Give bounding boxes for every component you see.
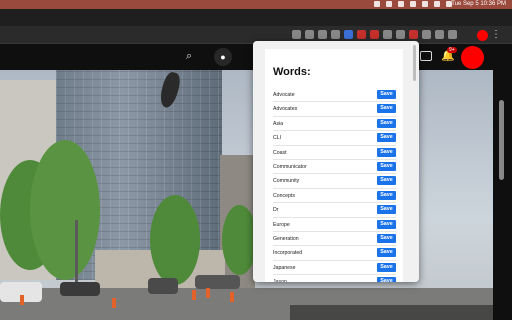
word-label: Asia (273, 120, 284, 127)
save-word-button[interactable]: Save (377, 176, 396, 186)
word-row: Concepts Save (273, 189, 396, 204)
voice-search-mic-icon[interactable]: ● (214, 48, 232, 66)
word-label: Coast (273, 149, 287, 156)
word-row: Europe Save (273, 218, 396, 232)
extension-icons (292, 30, 457, 39)
video-player[interactable] (0, 70, 493, 320)
menubar-clock[interactable]: Tue Sep 5 10:36 PM (451, 1, 506, 7)
word-label: Community (273, 178, 300, 185)
word-row: Advocate Save (273, 88, 396, 103)
video-tree (150, 195, 200, 285)
word-label: CLI (273, 135, 282, 142)
search-icon[interactable] (434, 1, 440, 7)
page-scrollbar[interactable] (493, 70, 512, 320)
status-icon[interactable] (374, 1, 380, 7)
video-traffic-cone (230, 292, 234, 302)
cast-icon[interactable] (292, 30, 301, 39)
menubar-status-icons (374, 1, 452, 7)
save-word-button[interactable]: Save (377, 233, 396, 243)
popup-content: Words: Advocate Save Advocates Save Asia Save… (265, 49, 403, 282)
save-word-button[interactable]: Save (377, 190, 396, 200)
zoom-icon[interactable] (305, 30, 314, 39)
word-label: Japanese (273, 264, 296, 271)
create-video-icon[interactable] (420, 51, 432, 61)
word-label: Dr (273, 207, 279, 214)
word-row: Coast Save (273, 146, 396, 160)
save-word-button[interactable]: Save (377, 133, 396, 143)
word-label: Advocates (273, 106, 298, 113)
video-car (148, 278, 178, 294)
word-label: Europe (273, 221, 290, 228)
extension-popup: Words: Advocate Save Advocates Save Asia Save… (253, 41, 419, 282)
word-label: Incorporated (273, 250, 303, 257)
video-tree (30, 140, 100, 280)
word-row: Communicator Save (273, 160, 396, 175)
save-word-button[interactable]: Save (377, 118, 396, 128)
popup-scrollbar[interactable] (413, 45, 416, 81)
word-label: Advocate (273, 92, 295, 98)
popup-title: Words: (273, 66, 311, 78)
download-icon[interactable] (435, 30, 444, 39)
status-icon[interactable] (398, 1, 404, 7)
active-extension-icon[interactable] (409, 30, 418, 39)
word-row: Jason Save (273, 275, 396, 282)
word-row: Community Save (273, 174, 396, 189)
share-icon[interactable] (318, 30, 327, 39)
video-car (195, 275, 240, 289)
battery-icon[interactable] (410, 1, 416, 7)
word-row: Japanese Save (273, 261, 396, 276)
word-label: Jason (273, 279, 287, 282)
puzzle-extensions-icon[interactable] (422, 30, 431, 39)
word-row: Dr Save (273, 203, 396, 218)
word-row: Generation Save (273, 232, 396, 247)
notification-count-badge: 9+ (447, 47, 457, 53)
save-word-button[interactable]: Save (377, 161, 396, 171)
word-label: Communicator (273, 163, 307, 170)
save-word-button[interactable]: Save (377, 205, 396, 215)
wifi-icon[interactable] (422, 1, 428, 7)
bookmark-star-icon[interactable] (331, 30, 340, 39)
save-word-button[interactable]: Save (377, 248, 396, 258)
save-word-button[interactable]: Save (377, 90, 396, 99)
status-icon[interactable] (386, 1, 392, 7)
browser-tab-strip (0, 9, 512, 26)
video-traffic-cone (192, 290, 196, 300)
sidepanel-icon[interactable] (448, 30, 457, 39)
word-list: Advocate Save Advocates Save Asia Save CLI Save… (273, 88, 396, 282)
word-row: Incorporated Save (273, 246, 396, 261)
extension-icon[interactable] (396, 30, 405, 39)
youtube-extension-icon[interactable] (357, 30, 366, 39)
word-row: Advocates Save (273, 102, 396, 117)
video-tree (222, 205, 257, 275)
new-badge-extension-icon[interactable] (370, 30, 379, 39)
video-traffic-cone (206, 288, 210, 298)
save-word-button[interactable]: Save (377, 219, 396, 229)
extension-icon[interactable] (344, 30, 353, 39)
word-row: CLI Save (273, 131, 396, 146)
save-word-button[interactable]: Save (377, 104, 396, 114)
extension-icon[interactable] (383, 30, 392, 39)
page-scrollbar-thumb[interactable] (499, 100, 504, 180)
video-car (60, 282, 100, 296)
word-label: Concepts (273, 192, 295, 199)
youtube-profile-avatar[interactable] (461, 46, 484, 69)
save-word-button[interactable]: Save (377, 262, 396, 272)
video-car-dashboard (290, 305, 493, 320)
word-label: Generation (273, 235, 299, 242)
search-icon[interactable]: ⌕ (186, 50, 200, 64)
browser-menu-icon[interactable]: ⋮ (491, 29, 501, 40)
video-traffic-cone (20, 295, 24, 305)
save-word-button[interactable]: Save (377, 277, 396, 282)
video-traffic-cone (112, 298, 116, 308)
word-row: Asia Save (273, 117, 396, 132)
macos-menubar: Tue Sep 5 10:36 PM (0, 0, 512, 9)
save-word-button[interactable]: Save (377, 147, 396, 157)
browser-profile-avatar[interactable] (477, 30, 488, 41)
